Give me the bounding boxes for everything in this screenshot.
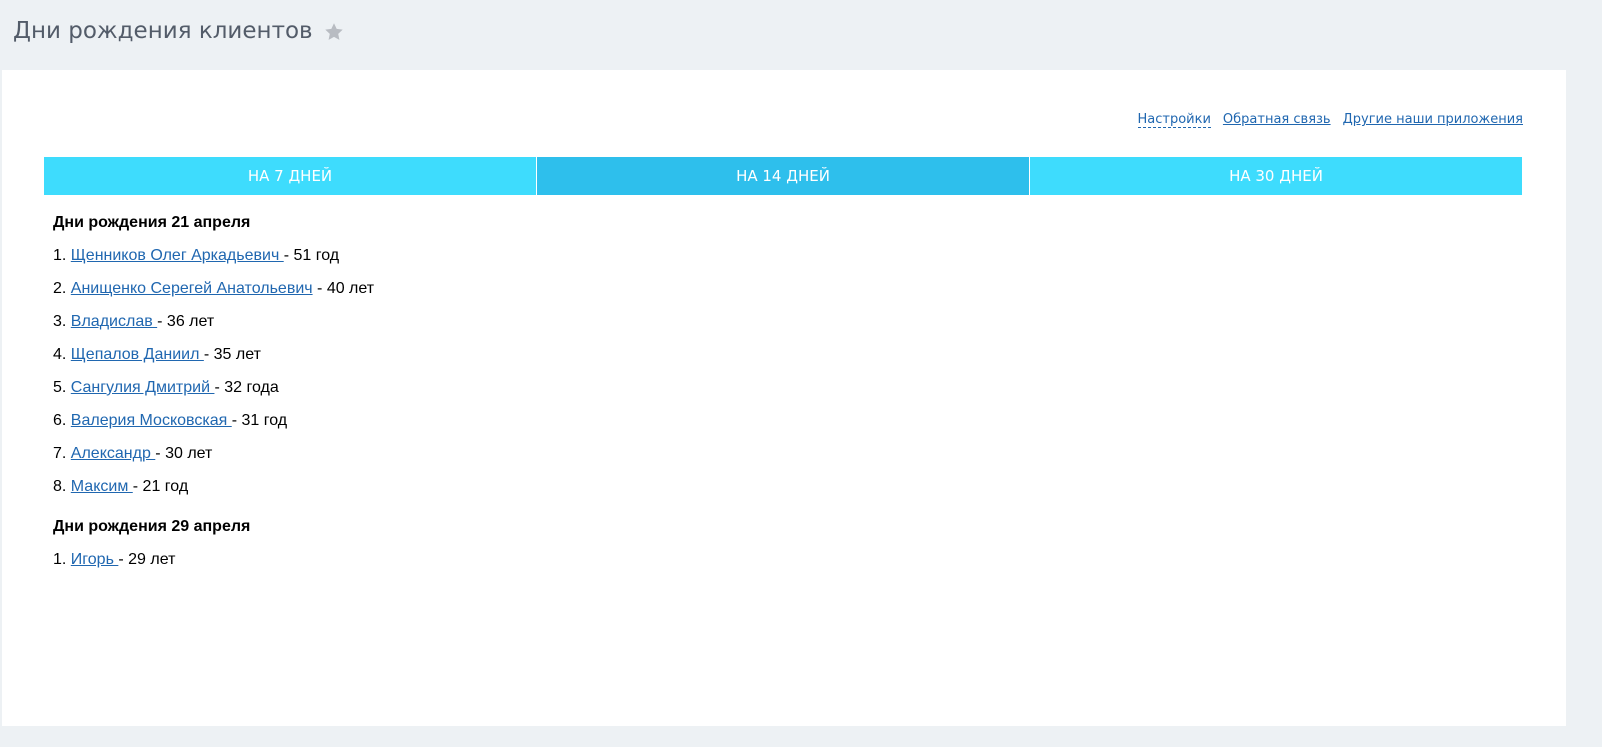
list-item: 3. Владислав - 36 лет: [53, 309, 374, 342]
client-age: - 31 год: [231, 412, 288, 429]
client-link[interactable]: Александр: [71, 445, 156, 462]
entry-number: 1.: [53, 551, 67, 568]
period-tabs: НА 7 ДНЕЙ НА 14 ДНЕЙ НА 30 ДНЕЙ: [44, 157, 1522, 195]
client-age: - 29 лет: [118, 551, 176, 568]
client-age: - 36 лет: [157, 313, 215, 330]
entry-number: 8.: [53, 478, 67, 495]
page-title: Дни рождения клиентов: [13, 18, 313, 44]
list-item: 4. Щепалов Даниил - 35 лет: [53, 342, 374, 375]
group-title-april-21: Дни рождения 21 апреля: [53, 214, 251, 231]
entry-number: 5.: [53, 379, 67, 396]
page-title-wrap: Дни рождения клиентов: [13, 18, 345, 44]
list-item: 6. Валерия Московская - 31 год: [53, 408, 374, 441]
client-age: - 30 лет: [155, 445, 213, 462]
group-title-april-29: Дни рождения 29 апреля: [53, 518, 251, 535]
client-age: - 35 лет: [203, 346, 261, 363]
tab-7-days[interactable]: НА 7 ДНЕЙ: [44, 157, 536, 195]
client-age: - 51 год: [283, 247, 340, 264]
star-icon[interactable]: [323, 21, 345, 43]
client-link[interactable]: Щенников Олег Аркадьевич: [71, 247, 284, 264]
feedback-link[interactable]: Обратная связь: [1223, 112, 1331, 128]
entry-number: 7.: [53, 445, 67, 462]
client-link[interactable]: Валерия Московская: [71, 412, 232, 429]
client-link[interactable]: Сангулия Дмитрий: [71, 379, 215, 396]
client-age: - 40 лет: [312, 280, 375, 297]
entry-number: 2.: [53, 280, 67, 297]
list-item: 8. Максим - 21 год: [53, 474, 374, 507]
client-link[interactable]: Анищенко Серегей Анатольевич: [71, 280, 313, 297]
list-item: 2. Анищенко Серегей Анатольевич - 40 лет: [53, 276, 374, 309]
entry-number: 1.: [53, 247, 67, 264]
list-item: 5. Сангулия Дмитрий - 32 года: [53, 375, 374, 408]
birthday-list: Дни рождения 21 апреля 1. Щенников Олег …: [53, 210, 374, 580]
entry-number: 6.: [53, 412, 67, 429]
settings-link[interactable]: Настройки: [1137, 112, 1211, 128]
content-panel: Настройки Обратная связь Другие наши при…: [2, 70, 1566, 726]
client-age: - 21 год: [132, 478, 189, 495]
client-link[interactable]: Владислав: [71, 313, 157, 330]
client-age: - 32 года: [214, 379, 279, 396]
list-item: 1. Игорь - 29 лет: [53, 547, 374, 580]
client-link[interactable]: Максим: [71, 478, 133, 495]
entry-number: 4.: [53, 346, 67, 363]
list-item: 7. Александр - 30 лет: [53, 441, 374, 474]
tab-30-days[interactable]: НА 30 ДНЕЙ: [1029, 157, 1522, 195]
other-apps-link[interactable]: Другие наши приложения: [1343, 112, 1523, 128]
page-header: Дни рождения клиентов: [0, 0, 1602, 70]
top-links: Настройки Обратная связь Другие наши при…: [1137, 112, 1523, 128]
client-link[interactable]: Щепалов Даниил: [71, 346, 204, 363]
client-link[interactable]: Игорь: [71, 551, 119, 568]
list-item: 1. Щенников Олег Аркадьевич - 51 год: [53, 243, 374, 276]
entry-number: 3.: [53, 313, 67, 330]
tab-14-days[interactable]: НА 14 ДНЕЙ: [536, 157, 1029, 195]
